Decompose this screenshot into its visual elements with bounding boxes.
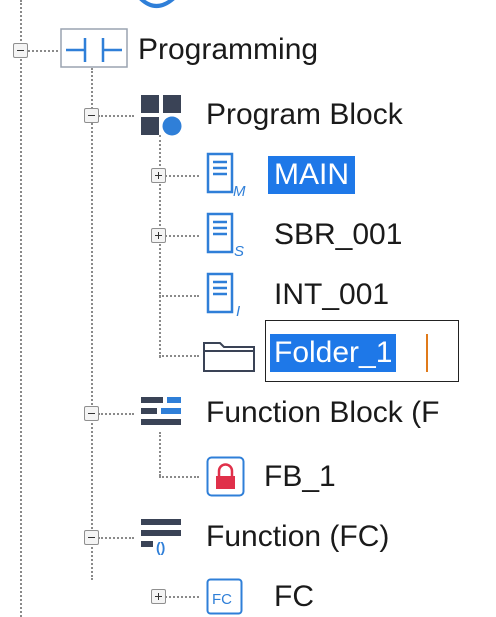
tree-line	[91, 68, 93, 580]
svg-text:FC: FC	[212, 591, 232, 608]
tree-line	[165, 235, 199, 237]
blocks-icon	[141, 95, 182, 136]
collapse-toggle-function[interactable]	[84, 530, 99, 545]
fc-icon: FC	[206, 578, 243, 615]
svg-text:I: I	[236, 303, 240, 320]
document-i-icon: I	[206, 272, 240, 320]
tree-line	[98, 115, 134, 117]
tree-item-program-block[interactable]: Program Block	[206, 96, 403, 134]
tree-item-programming[interactable]: Programming	[138, 31, 318, 69]
document-m-icon: M	[206, 152, 246, 200]
tree-line	[165, 175, 199, 177]
folder-icon	[203, 342, 255, 372]
tree-line	[165, 596, 199, 598]
tree-line	[159, 432, 161, 476]
tree-item-sbr-001[interactable]: SBR_001	[274, 216, 402, 254]
function-block-icon	[141, 397, 181, 425]
tree-line	[98, 413, 134, 415]
expand-toggle-fc[interactable]	[151, 589, 166, 604]
collapse-toggle-function-block[interactable]	[84, 406, 99, 421]
collapse-toggle-program-block[interactable]	[84, 108, 99, 123]
tree-item-function[interactable]: Function (FC)	[206, 518, 389, 556]
rename-input-text[interactable]: Folder_1	[270, 334, 397, 372]
document-s-icon: S	[206, 212, 244, 260]
tree-line	[98, 537, 134, 539]
collapse-toggle-programming[interactable]	[13, 43, 28, 58]
locked-block-icon	[206, 456, 245, 497]
tree-line	[159, 355, 199, 357]
function-icon: ()	[141, 519, 181, 555]
tree-item-fc[interactable]: FC	[274, 578, 314, 616]
ladder-contact-icon	[60, 28, 128, 68]
text-caret	[426, 334, 428, 372]
project-tree: Programming Program Block M MAIN S SBR_0…	[0, 0, 496, 617]
tree-item-main[interactable]: MAIN	[268, 156, 355, 194]
expand-toggle-sbr[interactable]	[151, 228, 166, 243]
tree-line	[28, 50, 58, 52]
expand-toggle-main[interactable]	[151, 168, 166, 183]
tree-line	[159, 295, 199, 297]
tree-line	[20, 0, 22, 617]
tree-item-function-block[interactable]: Function Block (F	[206, 394, 439, 432]
tree-item-fb-1[interactable]: FB_1	[264, 458, 336, 496]
svg-text:S: S	[234, 243, 244, 260]
svg-text:M: M	[233, 183, 246, 200]
partial-node-icon	[139, 0, 175, 8]
tree-item-int-001[interactable]: INT_001	[274, 276, 389, 314]
tree-line	[159, 476, 199, 478]
svg-text:(): ()	[156, 539, 165, 555]
